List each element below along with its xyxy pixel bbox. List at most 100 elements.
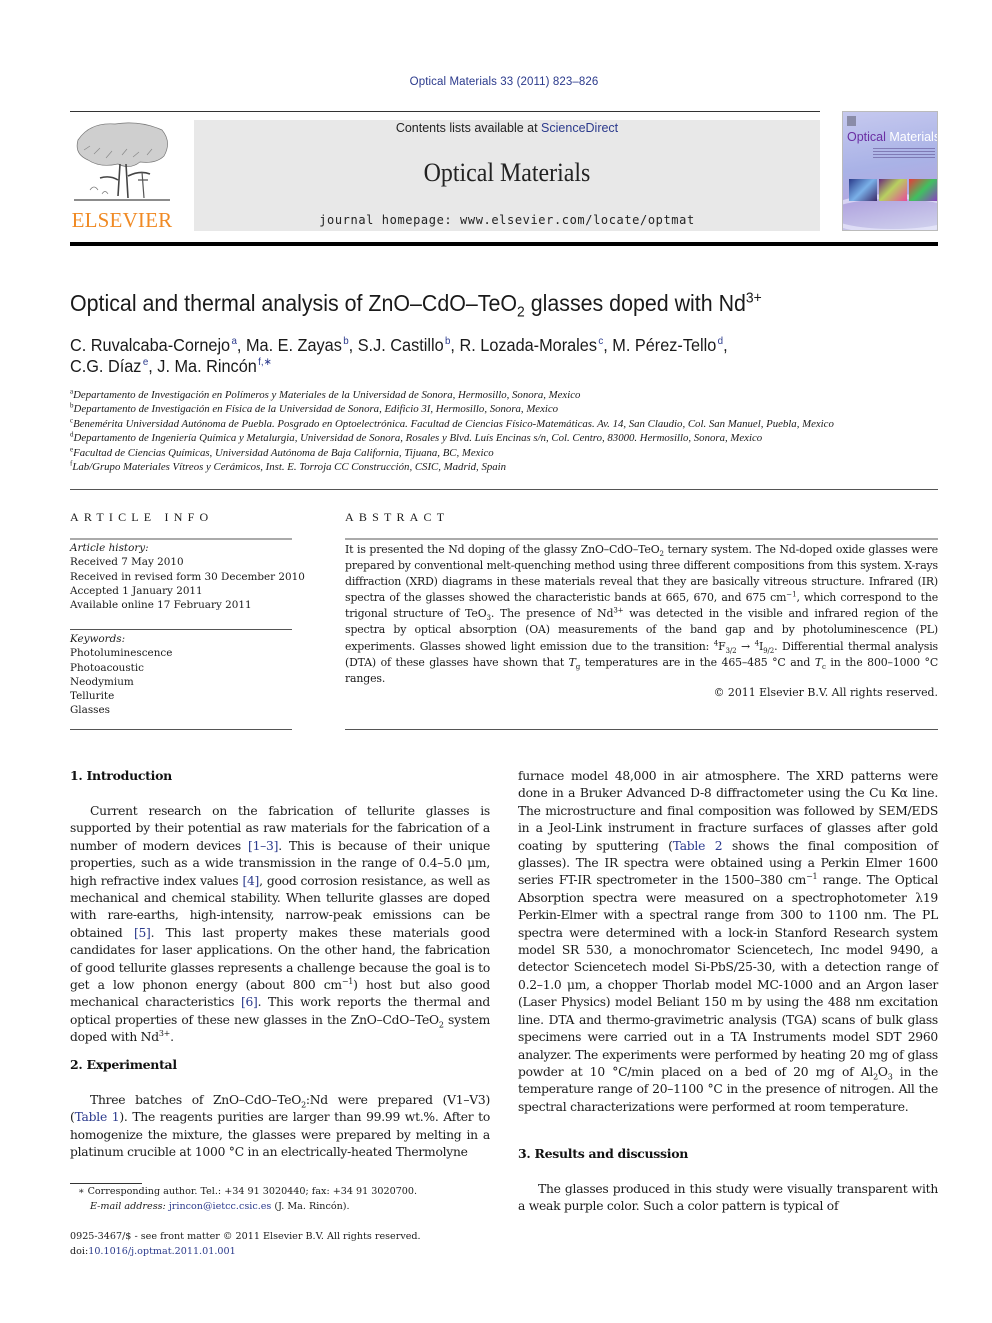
- cover-image-1: [849, 179, 877, 201]
- subscript: 9/2: [763, 645, 775, 655]
- divider: [70, 629, 292, 630]
- results-paragraph: The glasses produced in this study were …: [518, 1182, 938, 1214]
- table-link[interactable]: Table 1: [75, 1110, 120, 1124]
- affiliation-text: Departamento de Investigación en Polímer…: [73, 389, 581, 401]
- journal-title: Optical Materials: [423, 158, 591, 187]
- author[interactable]: S.J. Castillo b: [358, 335, 451, 355]
- email-label: E-mail address:: [90, 1200, 169, 1212]
- contents-prefix: Contents lists available at: [395, 121, 542, 135]
- superscript: 3+: [158, 1029, 171, 1039]
- section-heading-experimental: 2. Experimental: [70, 1057, 177, 1072]
- history-item: Received in revised form 30 December 201…: [70, 570, 305, 583]
- citation-link[interactable]: [4]: [242, 874, 259, 888]
- citation-link[interactable]: [6]: [241, 995, 258, 1009]
- author[interactable]: J. Ma. Rincón f,∗: [157, 356, 271, 376]
- affiliation-text: Facultad de Ciencias Químicas, Universid…: [73, 446, 494, 459]
- affiliation-marker[interactable]: f,∗: [258, 356, 272, 368]
- text: O: [877, 1064, 888, 1079]
- corresponding-author: ∗ Corresponding author. Tel.: +34 91 302…: [78, 1186, 418, 1197]
- history-label: Article history:: [70, 542, 149, 554]
- journal-header-band: Contents lists available at ScienceDirec…: [194, 120, 820, 231]
- introduction-paragraph: Current research on the fabrication of t…: [70, 803, 490, 1047]
- author[interactable]: C.G. Díaz e: [70, 356, 148, 376]
- citation-link[interactable]: [1–3]: [248, 839, 278, 853]
- author-name[interactable]: R. Lozada-Morales: [459, 335, 597, 355]
- doi-line: doi:10.1016/j.optmat.2011.01.001: [70, 1245, 510, 1260]
- author[interactable]: M. Pérez-Tello d: [612, 335, 723, 355]
- text: It is presented the Nd doping of the gla…: [345, 543, 660, 556]
- contents-line: Contents lists available at ScienceDirec…: [194, 121, 820, 135]
- journal-reference-link[interactable]: Optical Materials 33 (2011) 823–826: [410, 76, 599, 88]
- title-subscript: 2: [517, 303, 525, 321]
- superscript: −1: [786, 589, 797, 599]
- journal-homepage-link[interactable]: journal homepage: www.elsevier.com/locat…: [194, 213, 820, 227]
- separator: ,: [148, 356, 158, 376]
- author-name[interactable]: M. Pérez-Tello: [612, 335, 716, 355]
- text: . The presence of Nd: [490, 607, 614, 621]
- abstract-text: It is presented the Nd doping of the gla…: [345, 542, 938, 687]
- email-suffix: (J. Ma. Rincón).: [271, 1200, 350, 1212]
- issn-line: 0925-3467/$ - see front matter © 2011 El…: [70, 1231, 421, 1242]
- cover-title-part2: Materials: [885, 130, 938, 144]
- superscript: 3+: [613, 605, 624, 615]
- publication-footer: 0925-3467/$ - see front matter © 2011 El…: [70, 1230, 510, 1259]
- divider: [70, 729, 292, 730]
- author[interactable]: R. Lozada-Morales c: [459, 335, 603, 355]
- elsevier-logo[interactable]: ELSEVIER: [70, 120, 174, 232]
- cover-image-2: [879, 179, 907, 201]
- author[interactable]: Ma. E. Zayas b: [246, 335, 349, 355]
- header-thick-rule: [70, 242, 938, 246]
- text: Three batches of ZnO–CdO–TeO: [90, 1093, 302, 1107]
- section-heading-introduction: 1. Introduction: [70, 768, 172, 783]
- article-history: Article history: Received 7 May 2010 Rec…: [70, 541, 310, 612]
- separator: ,: [723, 335, 728, 355]
- affiliation-text: Lab/Grupo Materiales Vítreos y Cerámicos…: [72, 461, 507, 474]
- corresponding-author-footnote: ∗ Corresponding author. Tel.: +34 91 302…: [70, 1185, 510, 1214]
- author[interactable]: C. Ruvalcaba-Cornejo a: [70, 335, 237, 355]
- journal-reference[interactable]: Optical Materials 33 (2011) 823–826: [0, 76, 992, 88]
- symbol: T: [568, 655, 576, 669]
- keyword: Glasses: [70, 704, 110, 717]
- separator: ,: [236, 335, 246, 355]
- email-link[interactable]: jrincon@ietcc.csic.es: [169, 1201, 272, 1212]
- text: .: [170, 1030, 174, 1045]
- symbol: T: [814, 655, 822, 669]
- abstract-copyright: © 2011 Elsevier B.V. All rights reserved…: [713, 686, 938, 699]
- citation-link[interactable]: [5]: [134, 926, 151, 940]
- journal-cover-thumbnail[interactable]: Optical Materials: [842, 111, 938, 231]
- abstract-heading: ABSTRACT: [345, 510, 450, 524]
- author-name[interactable]: C.G. Díaz: [70, 356, 141, 376]
- divider: [345, 729, 938, 730]
- header-top-rule: [70, 111, 820, 112]
- separator: ,: [450, 335, 460, 355]
- affiliation: aDepartamento de Investigación en Políme…: [70, 388, 970, 402]
- history-item: Received 7 May 2010: [70, 556, 184, 569]
- author-name[interactable]: C. Ruvalcaba-Cornejo: [70, 335, 230, 355]
- keyword: Tellurite: [70, 690, 115, 703]
- sciencedirect-link[interactable]: ScienceDirect: [541, 121, 618, 135]
- affiliation-text: Benemérita Universidad Autónoma de Puebl…: [73, 417, 834, 430]
- footnote-rule: [70, 1183, 142, 1184]
- section-heading-results: 3. Results and discussion: [518, 1146, 689, 1161]
- separator: ,: [348, 335, 358, 355]
- keyword: Neodymium: [70, 675, 134, 688]
- arrow-icon: →: [736, 639, 755, 653]
- doi-link[interactable]: 10.1016/j.optmat.2011.01.001: [88, 1246, 235, 1257]
- cover-title-part1: Optical: [847, 130, 886, 144]
- keyword: Photoacoustic: [70, 661, 144, 674]
- text: ). The reagents purities are larger than…: [70, 1110, 490, 1160]
- history-item: Accepted 1 January 2011: [70, 584, 203, 597]
- keywords-label: Keywords:: [70, 633, 126, 645]
- table-link[interactable]: Table 2: [673, 839, 723, 853]
- divider: [345, 538, 938, 540]
- affiliation: cBenemérita Universidad Autónoma de Pueb…: [70, 417, 970, 431]
- experimental-paragraph-continued: furnace model 48,000 in air atmosphere. …: [518, 768, 938, 1116]
- keywords: Keywords: Photoluminescence Photoacousti…: [70, 632, 310, 718]
- author-name[interactable]: J. Ma. Rincón: [157, 356, 256, 376]
- elsevier-tree-icon: [74, 122, 170, 201]
- superscript: −1: [341, 976, 354, 986]
- cover-title: Optical Materials: [847, 130, 938, 144]
- affiliation-text: Departamento de Investigación en Física …: [73, 403, 559, 416]
- author-name[interactable]: S.J. Castillo: [358, 335, 444, 355]
- author-name[interactable]: Ma. E. Zayas: [246, 335, 342, 355]
